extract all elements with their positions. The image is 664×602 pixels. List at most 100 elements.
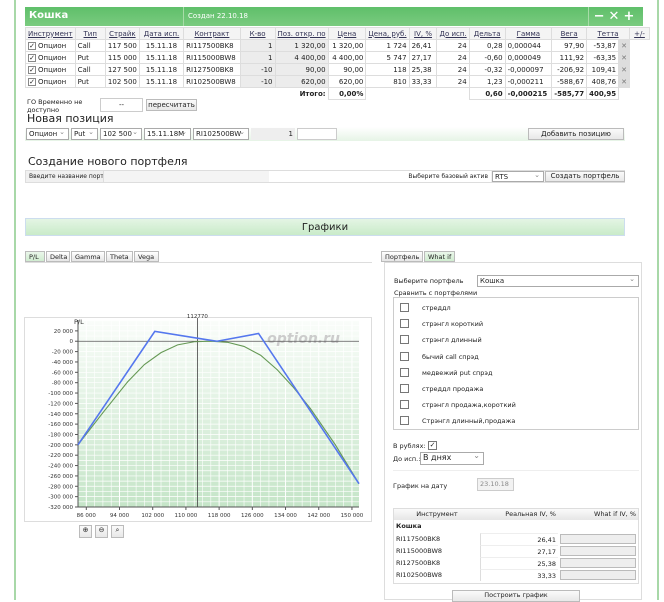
column-header[interactable]: Дельта — [468, 27, 506, 40]
iv-real: 26,41 — [480, 533, 558, 545]
iv-real: 25,38 — [480, 557, 558, 569]
x-tick-label: 118 000 — [208, 513, 231, 519]
iv-real: 33,33 — [480, 569, 558, 581]
y-tick-label: -120 000 — [48, 401, 73, 407]
cell-vega: 97,90 — [551, 39, 588, 52]
totals-gamma: -0,000215 — [504, 87, 553, 100]
date-input[interactable]: 23.10.18 — [477, 478, 514, 491]
compare-label-item: стрэнгл короткий — [422, 320, 484, 329]
rub-checkbox[interactable]: ✓ — [428, 441, 437, 450]
cell-gamma: 0,000049 — [504, 51, 553, 64]
iv-whatif-input[interactable] — [560, 558, 636, 568]
add-position-button[interactable]: Добавить позицию — [528, 128, 624, 140]
iv-whatif-input[interactable] — [560, 534, 636, 544]
iv-header-real: Реальная IV, % — [505, 510, 556, 518]
compare-checkbox[interactable] — [400, 384, 409, 393]
remove-row-icon[interactable]: ✕ — [618, 75, 630, 88]
pl-chart: option.ru 20 000 0 -20 000 -40 000 -60 000 -80… — [48, 314, 364, 519]
cell-gamma: -0,000211 — [504, 75, 553, 88]
asset-select[interactable]: RTS — [492, 170, 544, 182]
totals-delta: 0,60 — [468, 87, 506, 100]
compare-checkbox[interactable] — [400, 351, 409, 361]
cell-delta: -0,60 — [468, 51, 506, 64]
y-tick-label: -20 000 — [52, 350, 74, 356]
column-header[interactable]: До исп. — [436, 27, 470, 40]
compare-list — [393, 297, 639, 430]
iv-header-whatif: What if IV, % — [594, 510, 636, 518]
column-header[interactable]: Гамма — [504, 27, 553, 40]
iv-header-instrument: Инструмент — [416, 510, 458, 518]
y-tick-label: -300 000 — [48, 495, 73, 501]
y-tick-label: -260 000 — [48, 474, 73, 480]
y-tick-label: -280 000 — [48, 484, 73, 490]
y-tick-label: -180 000 — [48, 432, 73, 438]
cell-vega: -206,92 — [551, 63, 588, 76]
select-portfolio-label: Выберите портфель — [394, 277, 464, 285]
y-tick-label: -140 000 — [48, 412, 73, 418]
tab-what-if[interactable]: What if — [424, 251, 456, 262]
x-tick-label: 110 000 — [175, 513, 198, 519]
compare-checkbox[interactable] — [400, 303, 409, 312]
compare-label-item: медвежий put спрэд — [422, 368, 493, 377]
cell-vega: -588,67 — [551, 75, 588, 88]
cell-theta: -63,35 — [586, 51, 620, 64]
portfolio-select[interactable]: Кошка — [477, 274, 639, 287]
x-tick-label: 150 000 — [341, 513, 364, 519]
build-chart-button[interactable]: Построить график — [452, 590, 580, 602]
compare-label-item: бычий call спрэд — [422, 352, 479, 361]
iv-whatif-input[interactable] — [560, 570, 636, 580]
column-header[interactable]: IV, % — [408, 27, 438, 40]
remove-row-icon[interactable]: ✕ — [618, 63, 630, 76]
remove-row-icon[interactable]: ✕ — [618, 51, 630, 64]
cell-iv: 27,17 — [408, 51, 438, 64]
iv-contract: RI102500BW8 — [396, 571, 443, 579]
spacer — [366, 88, 469, 100]
add-icon[interactable]: + — [623, 9, 638, 24]
cell-delta: 0,28 — [468, 39, 506, 52]
x-tick-label: 102 000 — [141, 513, 164, 519]
iv-contract: RI117500BK8 — [396, 535, 441, 543]
zoom-in-icon[interactable]: ⊕ — [79, 525, 92, 538]
cell-delta: -0,32 — [468, 63, 506, 76]
compare-checkbox[interactable] — [400, 416, 409, 426]
iv-contract: RI115000BW8 — [396, 547, 443, 555]
cell-iv: 26,41 — [408, 39, 438, 52]
zoom-out-icon[interactable]: ⊖ — [95, 525, 108, 538]
cell-theta: 109,41 — [586, 63, 620, 76]
exp-select[interactable]: В днях — [420, 451, 484, 465]
cell-gamma: 0,000044 — [504, 39, 553, 52]
compare-checkbox[interactable] — [400, 319, 409, 329]
divider — [393, 470, 639, 471]
spacer — [619, 88, 650, 100]
iv-real: 27,17 — [480, 545, 558, 557]
zoom-reset-icon[interactable]: ⌕ — [111, 525, 124, 538]
cell-theta: -53,87 — [586, 39, 620, 52]
date-label: График на дату — [393, 482, 448, 490]
compare-checkbox[interactable] — [400, 335, 409, 345]
totals-vega: -585,77 — [551, 87, 588, 100]
close-icon[interactable]: ✕ — [609, 9, 624, 24]
compare-label-item: стреддл — [422, 304, 451, 312]
y-tick-label: -40 000 — [52, 360, 74, 366]
spacer — [630, 76, 650, 88]
x-tick-label: 86 000 — [77, 513, 97, 519]
x-tick-label: 142 000 — [307, 513, 330, 519]
totals-theta: 400,95 — [586, 87, 620, 100]
y-tick-label: -240 000 — [48, 464, 73, 470]
tab-portfolio[interactable]: Портфель — [381, 251, 424, 262]
iv-whatif-input[interactable] — [560, 546, 636, 556]
compare-checkbox[interactable] — [400, 400, 409, 410]
cell-iv: 33,33 — [408, 75, 438, 88]
minimize-icon[interactable]: − — [594, 9, 609, 24]
column-header[interactable]: Тетта — [586, 27, 630, 40]
cell-days: 24 — [436, 63, 470, 76]
remove-row-icon[interactable]: ✕ — [618, 39, 630, 52]
column-header[interactable]: +/- — [629, 27, 650, 40]
create-portfolio-button[interactable]: Создать портфель — [545, 171, 625, 182]
compare-checkbox[interactable] — [400, 367, 409, 377]
cell-days: 24 — [436, 39, 470, 52]
compare-label: Сравнить с портфелями — [394, 289, 478, 297]
cell-iv: 25,38 — [408, 63, 438, 76]
y-tick-label: -60 000 — [52, 370, 74, 376]
column-header[interactable]: Вега — [551, 27, 588, 40]
